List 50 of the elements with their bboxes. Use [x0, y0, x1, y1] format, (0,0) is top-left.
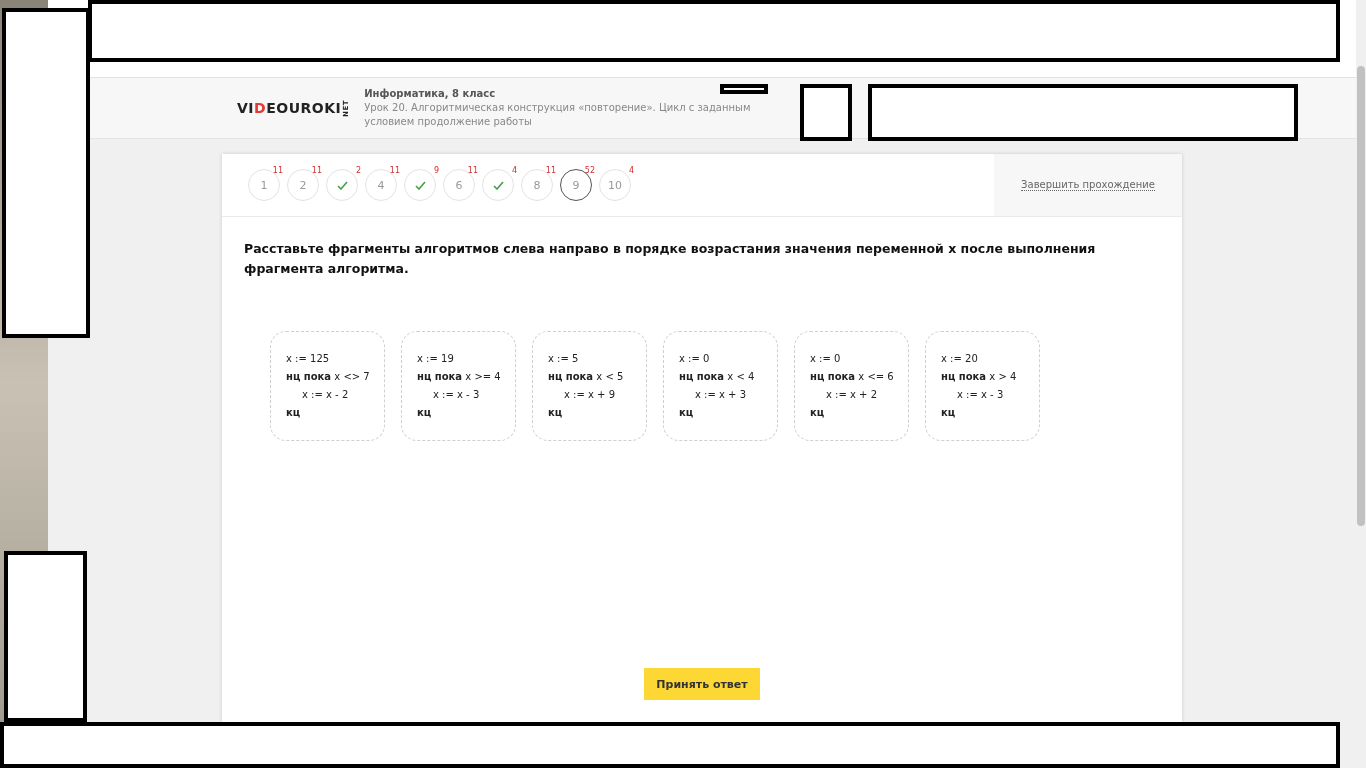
attempts-count: 2	[355, 166, 361, 175]
code-line: x := 19	[417, 352, 455, 366]
code-line: x := x - 3	[956, 388, 1005, 402]
code-line: нц пока x >= 4	[417, 370, 501, 384]
algorithm-fragment[interactable]: x := 0 нц пока x < 4 x := x + 3 кц	[663, 331, 778, 441]
algorithm-fragment[interactable]: x := 0 нц пока x <= 6 x := x + 2 кц	[794, 331, 909, 441]
attempts-count: 11	[545, 166, 556, 175]
code-line: x := x + 3	[694, 388, 748, 402]
submit-button[interactable]: Принять ответ	[644, 668, 760, 700]
attempts-count: 11	[311, 166, 322, 175]
algorithm-fragment[interactable]: x := 20 нц пока x > 4 x := x - 3 кц	[925, 331, 1040, 441]
algorithm-fragment[interactable]: x := 5 нц пока x < 5 x := x + 9 кц	[532, 331, 647, 441]
lesson-title: Урок 20. Алгоритмическая конструкция «повторение». Цикл с заданным условием продолжение работы	[364, 100, 752, 129]
code-line: x := 5	[548, 352, 580, 366]
code-line: x := 0	[810, 352, 842, 366]
code-line: кц	[548, 406, 564, 420]
algorithm-fragment[interactable]: x := 125 нц пока x <> 7 x := x - 2 кц	[270, 331, 385, 441]
code-line: нц пока x <= 6	[810, 370, 894, 384]
attempts-count: 52	[584, 166, 595, 175]
redaction-box	[720, 84, 768, 94]
scrollbar-thumb[interactable]	[1357, 66, 1365, 526]
code-line: нц пока x > 4	[941, 370, 1018, 384]
code-line: x := x + 9	[563, 388, 617, 402]
attempts-count: 11	[467, 166, 478, 175]
attempts-count: 4	[628, 166, 634, 175]
code-line: x := 20	[941, 352, 979, 366]
code-line: кц	[679, 406, 695, 420]
attempts-count: 11	[272, 166, 283, 175]
code-line: x := 0	[679, 352, 711, 366]
question-text: Расставьте фрагменты алгоритмов слева направо в порядке возрастания значения переменной x после выполнения фрагмента алгоритма.	[243, 240, 1097, 278]
attempts-count: 4	[511, 166, 517, 175]
check-icon	[414, 180, 426, 190]
subject-title: Информатика, 8 класс	[364, 87, 496, 99]
code-line: нц пока x <> 7	[286, 370, 370, 384]
code-line: кц	[941, 406, 957, 420]
code-line: x := x + 2	[825, 388, 879, 402]
check-icon	[336, 180, 348, 190]
code-line: кц	[286, 406, 302, 420]
code-line: x := x - 3	[432, 388, 481, 402]
attempts-count: 9	[433, 166, 439, 175]
code-line: кц	[417, 406, 433, 420]
finish-link[interactable]: Завершить прохождение	[1021, 179, 1155, 191]
code-line: нц пока x < 5	[548, 370, 625, 384]
attempts-count: 11	[389, 166, 400, 175]
code-line: нц пока x < 4	[679, 370, 756, 384]
code-line: кц	[810, 406, 826, 420]
code-line: x := x - 2	[301, 388, 350, 402]
code-line: x := 125	[286, 352, 331, 366]
algorithm-fragment[interactable]: x := 19 нц пока x >= 4 x := x - 3 кц	[401, 331, 516, 441]
check-icon	[492, 180, 504, 190]
